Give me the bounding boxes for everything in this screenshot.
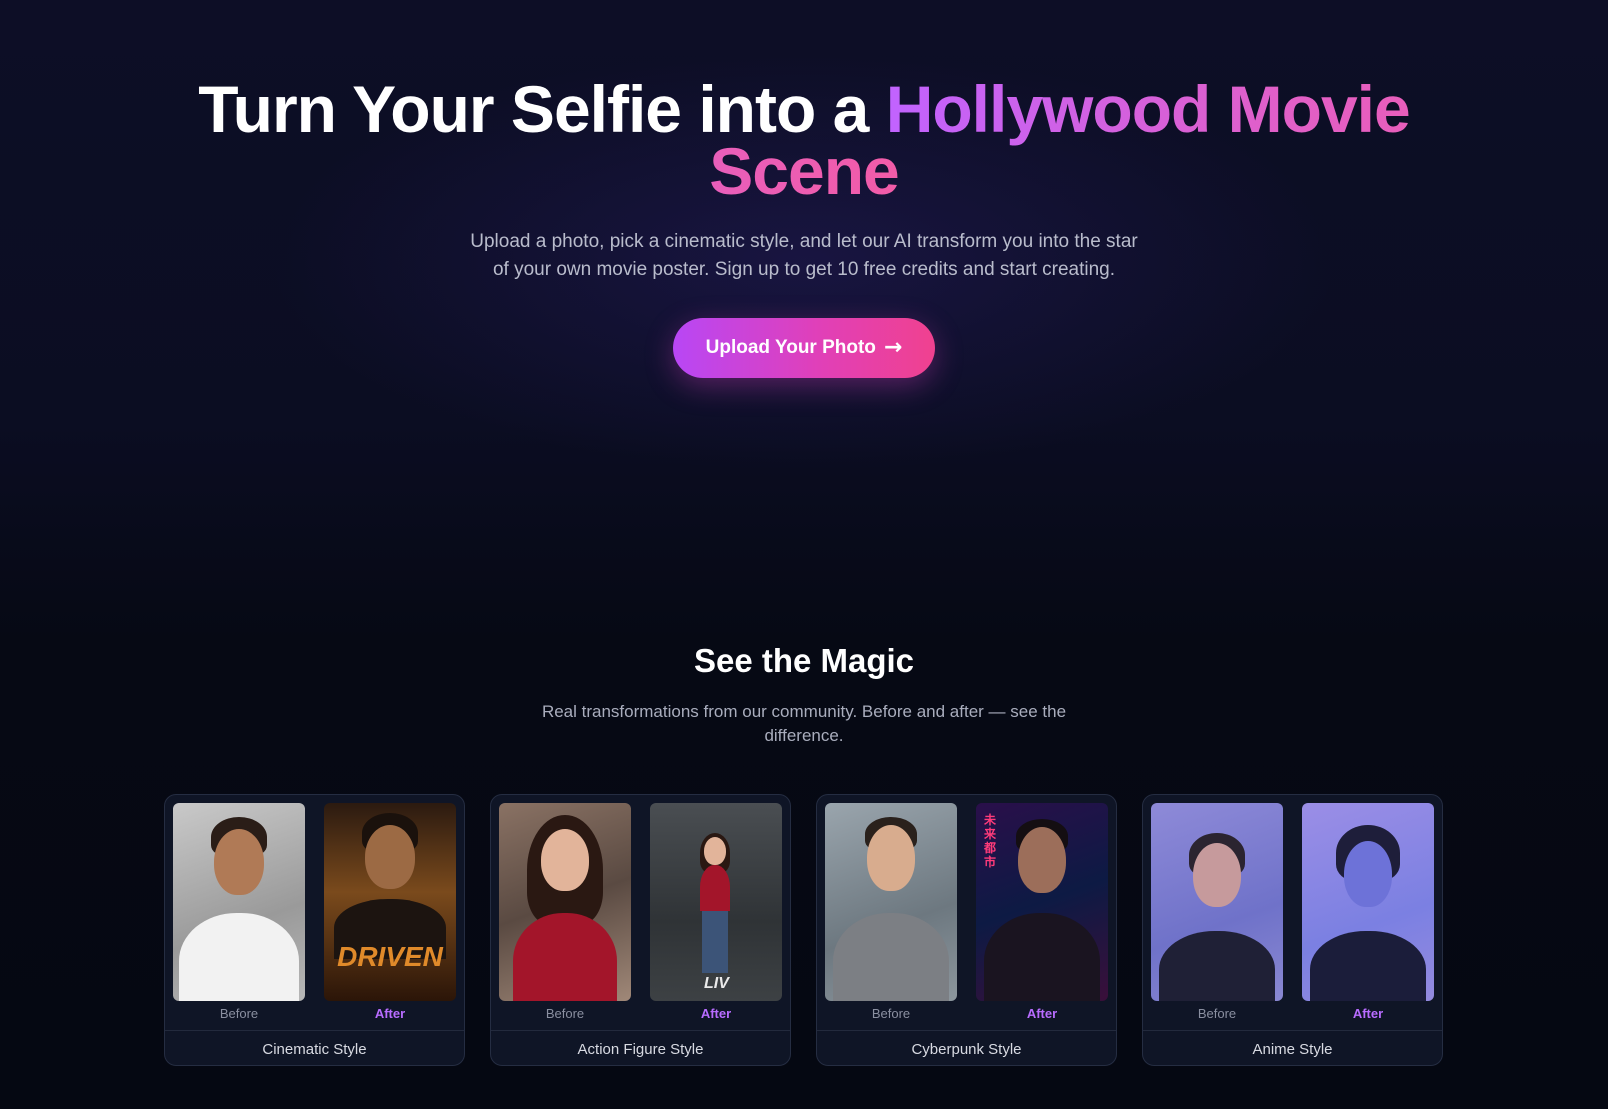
hero-title: Turn Your Selfie into a Hollywood Movie … xyxy=(154,76,1454,204)
before-label: Before xyxy=(1197,1006,1237,1021)
after-shot: 未来都市 After xyxy=(976,803,1108,1022)
arrow-right-icon: → xyxy=(883,335,903,360)
hero-section: Turn Your Selfie into a Hollywood Movie … xyxy=(0,76,1608,378)
landing-page: Turn Your Selfie into a Hollywood Movie … xyxy=(0,0,1608,1109)
after-label: After xyxy=(1352,1006,1384,1021)
upload-photo-button-label: Upload Your Photo xyxy=(705,337,876,358)
example-card-anime[interactable]: Before After Anime Style xyxy=(1142,794,1443,1066)
style-name: Cinematic Style xyxy=(165,1030,464,1065)
after-label: After xyxy=(700,1006,732,1021)
transformation-gallery: Before DRIVEN After Cinematic Style Befo… xyxy=(164,794,1443,1066)
after-shot: DRIVEN After xyxy=(324,803,456,1022)
before-label: Before xyxy=(871,1006,911,1021)
before-after-pair: Before After xyxy=(1143,795,1442,1022)
after-label: After xyxy=(374,1006,406,1021)
example-card-cinematic[interactable]: Before DRIVEN After Cinematic Style xyxy=(164,794,465,1066)
before-shot: Before xyxy=(825,803,957,1022)
after-image: 未来都市 xyxy=(976,803,1108,1001)
section-subtitle: Real transformations from our community.… xyxy=(541,702,1067,745)
before-image xyxy=(173,803,305,1001)
section-title: See the Magic xyxy=(693,642,915,679)
after-image xyxy=(1302,803,1434,1001)
example-card-action-figure[interactable]: Before LIV After Action Figure Style xyxy=(490,794,791,1066)
before-label: Before xyxy=(219,1006,259,1021)
before-shot: Before xyxy=(1151,803,1283,1022)
poster-title: DRIVEN xyxy=(337,941,443,972)
poster-neon-sign: 未来都市 xyxy=(984,813,997,869)
after-shot: LIV After xyxy=(650,803,782,1022)
after-image: LIV xyxy=(650,803,782,1001)
after-shot: After xyxy=(1302,803,1434,1022)
poster-title: LIV xyxy=(704,975,729,992)
example-card-cyberpunk[interactable]: Before 未来都市 After Cyberpunk Style xyxy=(816,794,1117,1066)
before-image xyxy=(499,803,631,1001)
after-image: DRIVEN xyxy=(324,803,456,1001)
before-label: Before xyxy=(545,1006,585,1021)
see-the-magic-section: See the Magic Real transformations from … xyxy=(0,642,1608,748)
style-name: Action Figure Style xyxy=(491,1030,790,1065)
before-shot: Before xyxy=(499,803,631,1022)
before-image xyxy=(825,803,957,1001)
style-name: Cyberpunk Style xyxy=(817,1030,1116,1065)
before-after-pair: Before 未来都市 After xyxy=(817,795,1116,1022)
hero-subtitle: Upload a photo, pick a cinematic style, … xyxy=(470,231,1138,280)
before-shot: Before xyxy=(173,803,305,1022)
before-after-pair: Before LIV After xyxy=(491,795,790,1022)
before-image xyxy=(1151,803,1283,1001)
style-name: Anime Style xyxy=(1143,1030,1442,1065)
upload-photo-button[interactable]: Upload Your Photo → xyxy=(673,318,935,378)
before-after-pair: Before DRIVEN After xyxy=(165,795,464,1022)
after-label: After xyxy=(1026,1006,1058,1021)
